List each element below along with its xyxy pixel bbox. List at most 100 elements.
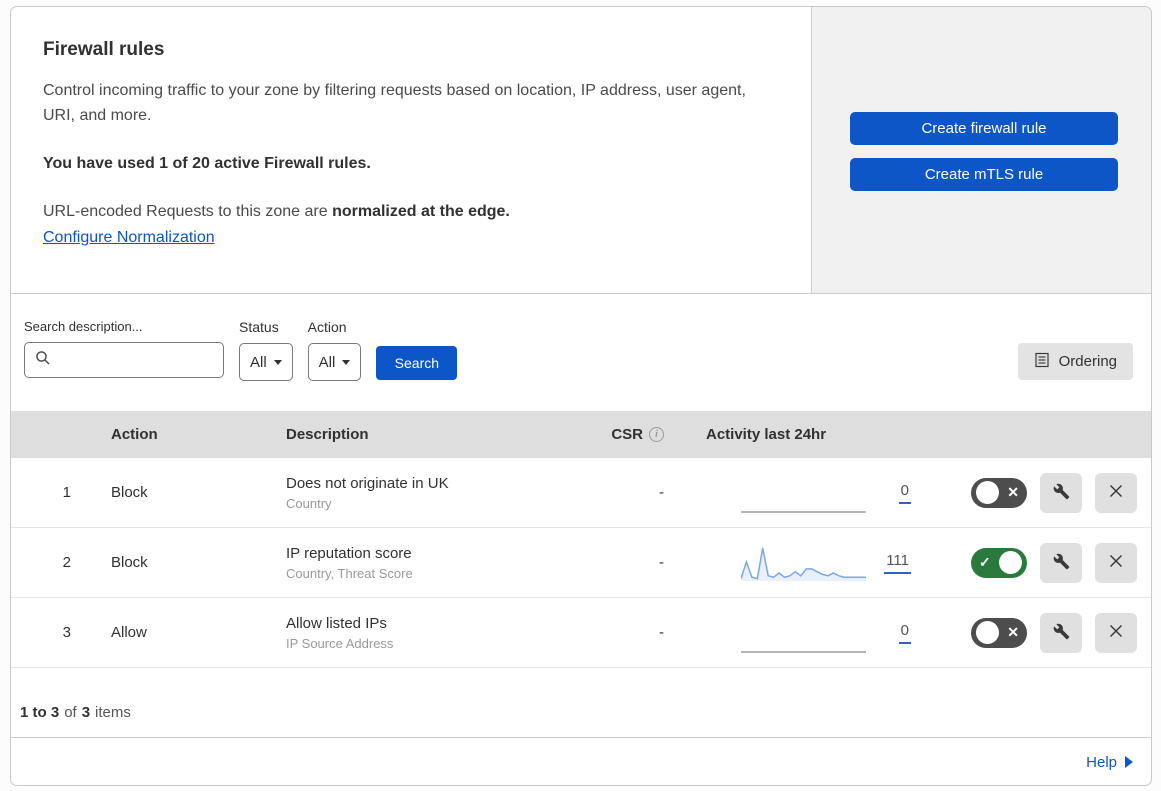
rule-fields: IP Source Address [286,635,394,651]
usage-summary: You have used 1 of 20 active Firewall ru… [43,154,371,172]
create-firewall-rule-button[interactable]: Create firewall rule [850,112,1118,145]
table-header: Action Description CSR i Activity last 2… [11,411,1151,458]
header-content: Firewall rules Control incoming traffic … [11,7,812,293]
rule-priority: 1 [62,484,71,501]
edit-rule-button[interactable] [1040,472,1082,513]
rule-activity-cell: 0 [706,473,931,513]
close-icon [1108,553,1124,572]
rule-controls: ✕ [931,612,1151,653]
search-icon [35,350,51,371]
info-icon[interactable]: i [649,427,664,442]
toggle-state-icon: ✕ [1007,484,1019,500]
rule-csr-value: - [659,484,664,501]
normalization-note: URL-encoded Requests to this zone are no… [43,203,771,221]
close-icon [1108,623,1124,642]
action-label: Action [307,319,347,335]
help-bar: Help [11,738,1151,785]
rule-description-cell: IP reputation score Country, Threat Scor… [286,545,591,581]
action-dropdown-value: All [318,353,336,371]
activity-column-header: Activity last 24hr [706,426,827,443]
rule-action: Block [111,484,148,501]
wrench-icon [1053,623,1070,643]
rule-activity-cell: 0 [706,613,931,653]
rule-description: IP reputation score [286,544,412,562]
search-button[interactable]: Search [376,346,458,380]
of-text: of [64,704,77,721]
description-column-header: Description [286,426,369,443]
rule-description: Allow listed IPs [286,614,387,632]
status-label: Status [239,319,279,335]
status-dropdown[interactable]: All [239,343,293,381]
rule-csr-value: - [659,554,664,571]
action-filter-group: Action All [307,319,362,381]
toggle-knob [976,621,999,644]
filter-bar: Search description... Status All Action … [11,294,1151,411]
rule-description-cell: Does not originate in UK Country [286,475,591,511]
status-filter-group: Status All [239,319,293,381]
delete-rule-button[interactable] [1095,612,1137,653]
help-link-label: Help [1086,753,1117,771]
create-mtls-rule-button[interactable]: Create mTLS rule [850,158,1118,191]
close-icon [1108,483,1124,502]
rule-priority: 3 [62,624,71,641]
activity-sparkline [741,473,866,513]
table-row: 2 Block IP reputation score Country, Thr… [11,528,1151,598]
rule-controls: ✕ [931,472,1151,513]
search-box [24,342,239,378]
delete-rule-button[interactable] [1095,472,1137,513]
right-triangle-icon [1125,756,1133,768]
toggle-state-icon: ✓ [979,554,991,570]
items-text: items [95,704,131,721]
toggle-knob [999,551,1022,574]
delete-rule-button[interactable] [1095,542,1137,583]
ordering-button-label: Ordering [1058,353,1117,370]
rule-csr-value: - [659,624,664,641]
search-group: Search description... [24,319,239,378]
normalization-bold-text: normalized at the edge. [332,202,510,220]
search-input[interactable] [58,352,239,368]
rule-controls: ✓ [931,542,1151,583]
rule-enabled-toggle[interactable]: ✓ [971,547,1027,578]
action-column-header: Action [111,426,158,443]
edit-rule-button[interactable] [1040,612,1082,653]
csr-column-label: CSR [611,426,643,443]
rule-description: Does not originate in UK [286,474,449,492]
header-section: Firewall rules Control incoming traffic … [11,7,1151,294]
pagination-summary: 1 to 3 of 3 items [11,668,1151,738]
action-dropdown[interactable]: All [307,343,362,381]
table-row: 1 Block Does not originate in UK Country… [11,458,1151,528]
search-label: Search description... [24,319,143,334]
edit-rule-button[interactable] [1040,542,1082,583]
ordering-list-icon [1034,352,1050,372]
rule-activity-cell: 111 [706,543,931,583]
rule-enabled-toggle[interactable]: ✕ [971,617,1027,648]
rule-priority: 2 [62,554,71,571]
rule-description-cell: Allow listed IPs IP Source Address [286,615,591,651]
rule-fields: Country, Threat Score [286,565,413,581]
rule-action: Block [111,554,148,571]
rule-enabled-toggle[interactable]: ✕ [971,477,1027,508]
activity-count-link[interactable]: 111 [884,552,911,574]
chevron-down-icon [342,359,351,365]
activity-count-link[interactable]: 0 [898,622,911,644]
page-title: Firewall rules [43,39,165,60]
activity-count-link[interactable]: 0 [898,482,911,504]
chevron-down-icon [273,359,282,365]
wrench-icon [1053,553,1070,573]
activity-sparkline [741,543,866,583]
actions-panel: Create firewall rule Create mTLS rule [812,7,1151,293]
activity-sparkline [741,613,866,653]
wrench-icon [1053,483,1070,503]
ordering-button[interactable]: Ordering [1017,343,1133,380]
rule-action: Allow [111,624,147,641]
table-row: 3 Allow Allow listed IPs IP Source Addre… [11,598,1151,668]
total-text: 3 [81,704,91,721]
firewall-rules-card: Firewall rules Control incoming traffic … [10,6,1152,786]
status-dropdown-value: All [250,353,267,371]
toggle-knob [976,481,999,504]
configure-normalization-link[interactable]: Configure Normalization [43,229,215,246]
help-link[interactable]: Help [1086,754,1133,771]
csr-column-header: CSR i [591,426,706,443]
page-description: Control incoming traffic to your zone by… [43,82,746,125]
range-text: 1 to 3 [20,704,60,721]
